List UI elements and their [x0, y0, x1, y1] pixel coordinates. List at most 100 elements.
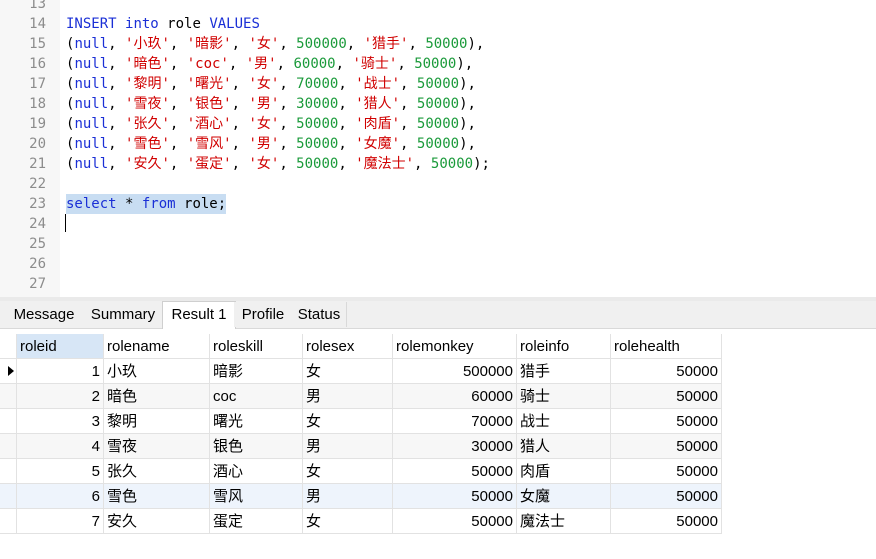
cell-roleinfo[interactable]: 猎人 — [517, 434, 611, 459]
cell-rolesex[interactable]: 男 — [303, 484, 393, 509]
cell-rolesex[interactable]: 女 — [303, 409, 393, 434]
column-header-rolehealth[interactable]: rolehealth — [611, 334, 722, 359]
cell-roleid[interactable]: 3 — [17, 409, 104, 434]
row-selector[interactable] — [0, 384, 17, 409]
code-token: '猎手' — [363, 36, 409, 52]
cell-roleid[interactable]: 6 — [17, 484, 104, 509]
code-token: , — [169, 36, 187, 52]
cell-rolename[interactable]: 雪夜 — [104, 434, 210, 459]
code-line[interactable]: 21 (null, '安久', '蛋定', '女', 50000, '魔法士', … — [0, 154, 876, 174]
cell-roleinfo[interactable]: 肉盾 — [517, 459, 611, 484]
row-selector[interactable] — [0, 509, 17, 534]
cell-rolename[interactable]: 小玖 — [104, 359, 210, 384]
cell-rolehealth[interactable]: 50000 — [611, 359, 722, 384]
code-token: , — [400, 76, 417, 92]
cell-rolename[interactable]: 雪色 — [104, 484, 210, 509]
cell-roleid[interactable]: 1 — [17, 359, 104, 384]
cell-rolemonkey[interactable]: 50000 — [393, 459, 517, 484]
cell-roleinfo[interactable]: 骑士 — [517, 384, 611, 409]
code-token: , — [346, 36, 364, 52]
column-header-rolename[interactable]: rolename — [104, 334, 210, 359]
code-line[interactable]: 17 (null, '黎明', '曙光', '女', 70000, '战士', 5… — [0, 74, 876, 94]
column-header-roleid[interactable]: roleid — [17, 334, 104, 359]
tab-message[interactable]: Message — [4, 302, 85, 327]
cell-rolename[interactable]: 张久 — [104, 459, 210, 484]
cell-roleid[interactable]: 7 — [17, 509, 104, 534]
row-selector[interactable] — [0, 409, 17, 434]
code-token: ), — [459, 96, 476, 112]
code-token: , — [231, 36, 249, 52]
row-selector[interactable] — [0, 434, 17, 459]
cell-roleskill[interactable]: 曙光 — [210, 409, 303, 434]
column-header-rolesex[interactable]: rolesex — [303, 334, 393, 359]
row-selector[interactable] — [0, 459, 17, 484]
code-token: '男' — [245, 56, 277, 72]
cell-roleskill[interactable]: 银色 — [210, 434, 303, 459]
line-number: 25 — [29, 236, 46, 252]
line-number: 27 — [29, 276, 46, 292]
code-line[interactable]: 14 INSERT into role VALUES — [0, 14, 876, 34]
cell-rolesex[interactable]: 女 — [303, 509, 393, 534]
cell-rolemonkey[interactable]: 50000 — [393, 509, 517, 534]
code-line[interactable]: 15 (null, '小玖', '暗影', '女', 500000, '猎手', … — [0, 34, 876, 54]
cell-roleskill[interactable]: 蛋定 — [210, 509, 303, 534]
code-token: , — [169, 96, 187, 112]
cell-rolemonkey[interactable]: 500000 — [393, 359, 517, 384]
cell-rolehealth[interactable]: 50000 — [611, 384, 722, 409]
column-header-roleskill[interactable]: roleskill — [210, 334, 303, 359]
cell-rolemonkey[interactable]: 60000 — [393, 384, 517, 409]
code-line[interactable]: 27 — [0, 274, 876, 294]
cell-rolemonkey[interactable]: 70000 — [393, 409, 517, 434]
cell-roleid[interactable]: 2 — [17, 384, 104, 409]
cell-rolehealth[interactable]: 50000 — [611, 459, 722, 484]
cell-rolemonkey[interactable]: 30000 — [393, 434, 517, 459]
code-line[interactable]: 25 — [0, 234, 876, 254]
cell-rolemonkey[interactable]: 50000 — [393, 484, 517, 509]
code-line[interactable]: 22 — [0, 174, 876, 194]
cell-roleinfo[interactable]: 战士 — [517, 409, 611, 434]
cell-roleskill[interactable]: 暗影 — [210, 359, 303, 384]
code-text: (null, '安久', '蛋定', '女', 50000, '魔法士', 50… — [66, 154, 490, 174]
cell-rolehealth[interactable]: 50000 — [611, 409, 722, 434]
tab-profile[interactable]: Profile — [234, 302, 293, 327]
cell-rolehealth[interactable]: 50000 — [611, 434, 722, 459]
code-line[interactable]: 16 (null, '暗色', 'coc', '男', 60000, '骑士', … — [0, 54, 876, 74]
cell-rolename[interactable]: 安久 — [104, 509, 210, 534]
code-line[interactable]: 13 — [0, 0, 876, 14]
cell-rolesex[interactable]: 男 — [303, 384, 393, 409]
cell-rolename[interactable]: 黎明 — [104, 409, 210, 434]
cell-rolename[interactable]: 暗色 — [104, 384, 210, 409]
code-line[interactable]: 19 (null, '张久', '酒心', '女', 50000, '肉盾', 5… — [0, 114, 876, 134]
tab-status[interactable]: Status — [292, 302, 347, 327]
cell-rolehealth[interactable]: 50000 — [611, 509, 722, 534]
cell-rolehealth[interactable]: 50000 — [611, 484, 722, 509]
sql-editor[interactable]: 13 14 INSERT into role VALUES 15 (null, '小玖'… — [0, 0, 876, 297]
code-token: '暗色' — [125, 56, 170, 72]
cell-roleinfo[interactable]: 女魔 — [517, 484, 611, 509]
tab-result-1[interactable]: Result 1 — [162, 301, 236, 329]
cell-roleskill[interactable]: 雪风 — [210, 484, 303, 509]
code-line[interactable]: 20 (null, '雪色', '雪风', '男', 50000, '女魔', 5… — [0, 134, 876, 154]
code-text: INSERT into role VALUES — [66, 14, 260, 34]
cell-roleinfo[interactable]: 猎手 — [517, 359, 611, 384]
line-number: 15 — [29, 36, 46, 52]
cell-roleskill[interactable]: coc — [210, 384, 303, 409]
cell-rolesex[interactable]: 女 — [303, 359, 393, 384]
column-header-rolemonkey[interactable]: rolemonkey — [393, 334, 517, 359]
code-token: '肉盾' — [355, 116, 401, 132]
code-line[interactable]: 18 (null, '雪夜', '银色', '男', 30000, '猎人', 5… — [0, 94, 876, 114]
code-token: , — [408, 36, 426, 52]
row-selector[interactable] — [0, 484, 17, 509]
cell-roleid[interactable]: 5 — [17, 459, 104, 484]
cell-rolesex[interactable]: 女 — [303, 459, 393, 484]
row-selector[interactable] — [0, 359, 17, 384]
tab-summary[interactable]: Summary — [84, 302, 163, 327]
cell-roleid[interactable]: 4 — [17, 434, 104, 459]
code-line[interactable]: 23 select * from role; — [0, 194, 876, 214]
column-header-roleinfo[interactable]: roleinfo — [517, 334, 611, 359]
code-line[interactable]: 24 — [0, 214, 876, 234]
cell-rolesex[interactable]: 男 — [303, 434, 393, 459]
cell-roleinfo[interactable]: 魔法士 — [517, 509, 611, 534]
cell-roleskill[interactable]: 酒心 — [210, 459, 303, 484]
code-line[interactable]: 26 — [0, 254, 876, 274]
